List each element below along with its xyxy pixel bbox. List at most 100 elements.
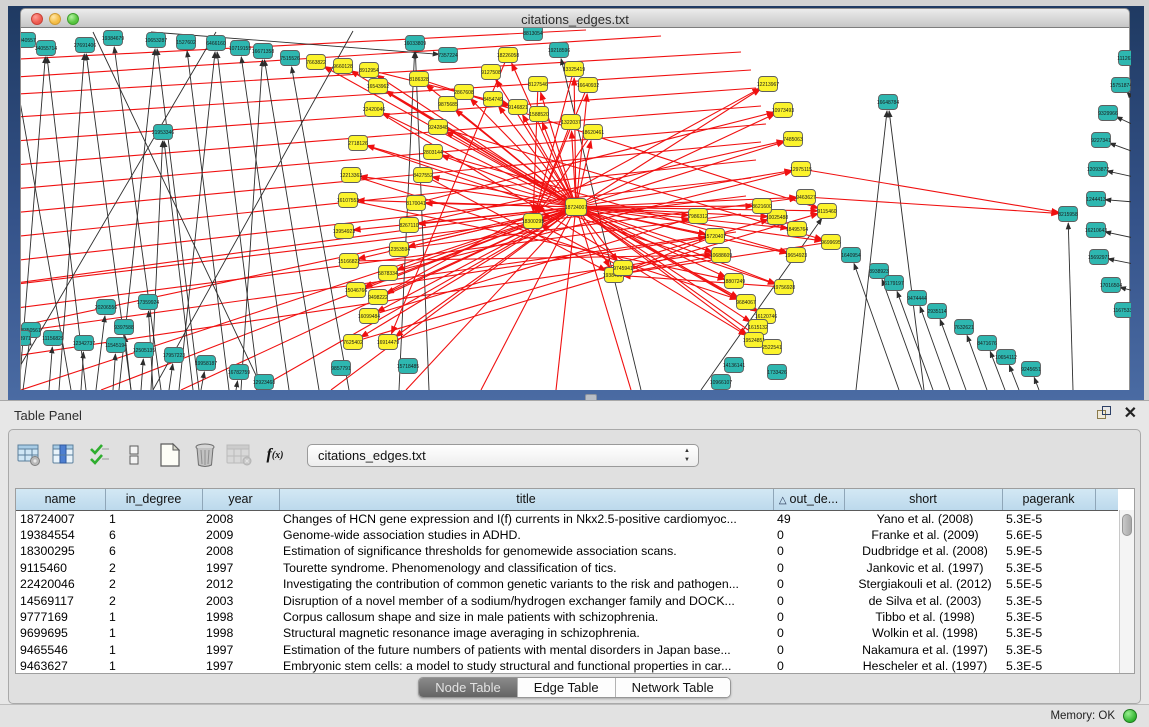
- graph-node[interactable]: 2867608: [454, 85, 474, 100]
- graph-node[interactable]: 11126380: [1117, 51, 1131, 66]
- graph-node[interactable]: 18807249: [723, 274, 745, 289]
- table-selector-dropdown[interactable]: citations_edges.txt ▲▼: [307, 444, 699, 467]
- tab-network-table[interactable]: Network Table: [616, 678, 730, 697]
- graph-node[interactable]: 16648784: [877, 95, 899, 110]
- column-header-in-degree[interactable]: in_degree: [105, 489, 202, 510]
- graph-node[interactable]: 16099484: [358, 309, 380, 324]
- graph-node[interactable]: 8170041: [406, 196, 426, 211]
- graph-node[interactable]: 1640954: [841, 248, 861, 263]
- graph-node[interactable]: 8621600: [752, 199, 772, 214]
- graph-hub-node[interactable]: 18724007: [565, 199, 587, 216]
- graph-node[interactable]: 11156829: [42, 331, 64, 346]
- graph-node[interactable]: 9127508: [481, 65, 501, 80]
- graph-node[interactable]: 9115460: [817, 204, 836, 219]
- graph-node[interactable]: 16640932: [577, 78, 599, 93]
- graph-node[interactable]: 16107553: [337, 193, 359, 208]
- graph-node[interactable]: 15692971: [1088, 250, 1110, 265]
- graph-node[interactable]: 8215958: [1058, 207, 1078, 222]
- column-header-out-degree[interactable]: △out_de...: [773, 489, 844, 510]
- graph-node[interactable]: 16671358: [252, 44, 274, 59]
- graph-node[interactable]: 1322037: [561, 115, 581, 130]
- graph-node[interactable]: 17016504: [1100, 278, 1122, 293]
- graph-node[interactable]: 17359924: [137, 295, 159, 310]
- graph-node[interactable]: 6466160: [206, 36, 226, 51]
- graph-node[interactable]: 9040557: [21, 33, 36, 48]
- graph-node[interactable]: 8912954: [359, 63, 379, 78]
- graph-node[interactable]: 18300295: [522, 214, 544, 229]
- graph-node[interactable]: 10719155: [229, 41, 251, 56]
- graph-node[interactable]: 3913971: [21, 331, 31, 346]
- graph-node[interactable]: 12975115: [790, 162, 812, 177]
- graph-node[interactable]: 12353594: [388, 242, 410, 257]
- graph-node[interactable]: 16543962: [367, 79, 389, 94]
- graph-node[interactable]: 2803144: [423, 145, 443, 160]
- select-all-icon[interactable]: [85, 441, 115, 469]
- graph-node[interactable]: 27691406: [74, 38, 96, 53]
- graph-node[interactable]: 15046766: [345, 283, 367, 298]
- graph-node[interactable]: 9660128: [333, 59, 353, 74]
- close-panel-icon[interactable]: ✕: [1124, 406, 1137, 421]
- graph-node[interactable]: 2935114: [927, 304, 946, 319]
- graph-node[interactable]: 20206556: [95, 300, 117, 315]
- graph-node[interactable]: 12213967: [757, 77, 779, 92]
- table-settings-icon[interactable]: [15, 441, 45, 469]
- table-row[interactable]: 1872400712008Changes of HCN gene express…: [16, 510, 1118, 527]
- graph-node[interactable]: 7515526: [280, 51, 300, 66]
- graph-node[interactable]: 18226058: [497, 48, 519, 63]
- graph-node[interactable]: 19218596: [548, 43, 570, 58]
- graph-node[interactable]: 9699695: [821, 235, 841, 250]
- graph-node[interactable]: 9146821: [508, 100, 528, 115]
- graph-node[interactable]: 16782759: [228, 365, 250, 380]
- graph-node[interactable]: 9857791: [331, 361, 351, 376]
- graph-node[interactable]: 8127546: [528, 77, 548, 92]
- table-row[interactable]: 969969511998Structural magnetic resonanc…: [16, 625, 1118, 641]
- table-row[interactable]: 1456911722003Disruption of a novel membe…: [16, 593, 1118, 609]
- float-panel-icon[interactable]: [1097, 406, 1112, 421]
- network-canvas[interactable]: 9040557340557142769140619384679106532871…: [20, 28, 1130, 390]
- column-header-short[interactable]: short: [844, 489, 1002, 510]
- graph-node[interactable]: 14136141: [723, 358, 745, 373]
- graph-node[interactable]: 9397588: [114, 320, 134, 335]
- graph-node[interactable]: 7625402: [343, 335, 363, 350]
- graph-node[interactable]: 10973493: [772, 103, 794, 118]
- graph-node[interactable]: 10653287: [145, 33, 167, 48]
- graph-node[interactable]: 1527602: [176, 35, 196, 50]
- graph-node[interactable]: 15718485: [397, 359, 419, 374]
- graph-node[interactable]: 2522541: [762, 340, 782, 355]
- graph-node[interactable]: 19756928: [773, 280, 795, 295]
- graph-node[interactable]: 18620461: [582, 125, 604, 140]
- graph-node[interactable]: 1588520: [529, 107, 549, 122]
- graph-node[interactable]: 15166822: [338, 254, 360, 269]
- graph-node[interactable]: 9463627: [796, 190, 816, 205]
- column-header-title[interactable]: title: [279, 489, 773, 510]
- table-row[interactable]: 2242004622012Investigating the contribut…: [16, 576, 1118, 592]
- table-scrollbar-thumb[interactable]: [1122, 514, 1132, 536]
- graph-node[interactable]: 2718126: [348, 136, 368, 151]
- graph-node[interactable]: 9245651: [1021, 362, 1041, 377]
- tab-edge-table[interactable]: Edge Table: [518, 678, 616, 697]
- graph-node[interactable]: 8454749: [483, 92, 503, 107]
- function-builder-icon[interactable]: f(x): [260, 441, 290, 469]
- graph-node[interactable]: 18495764: [786, 222, 808, 237]
- table-row[interactable]: 977716911998Corpus callosum shape and si…: [16, 609, 1118, 625]
- table-row[interactable]: 911546021997Tourette syndrome. Phenomeno…: [16, 560, 1118, 576]
- graph-node[interactable]: 9684067: [736, 295, 756, 310]
- graph-node[interactable]: 9474444: [907, 291, 927, 306]
- graph-node[interactable]: 13954923: [333, 224, 355, 239]
- memory-status-indicator[interactable]: [1123, 709, 1137, 723]
- graph-node[interactable]: 9498222: [368, 290, 388, 305]
- deselect-rows-icon[interactable]: [120, 441, 150, 469]
- graph-node[interactable]: 10966107: [710, 375, 732, 390]
- column-header-pagerank[interactable]: pagerank: [1002, 489, 1095, 510]
- graph-node[interactable]: 12505135: [133, 343, 155, 358]
- graph-node[interactable]: 12923468: [253, 375, 275, 390]
- table-row[interactable]: 1938455462009Genome-wide association stu…: [16, 527, 1118, 543]
- show-column-icon[interactable]: [50, 441, 80, 469]
- new-table-icon[interactable]: [155, 441, 185, 469]
- graph-node[interactable]: 5878334: [378, 266, 398, 281]
- graph-node[interactable]: 11545194: [105, 338, 127, 353]
- graph-node[interactable]: 12093872: [1087, 162, 1109, 177]
- graph-node[interactable]: 9745941: [613, 261, 633, 276]
- delete-column-icon[interactable]: [225, 441, 255, 469]
- graph-node[interactable]: 7357224: [438, 48, 458, 63]
